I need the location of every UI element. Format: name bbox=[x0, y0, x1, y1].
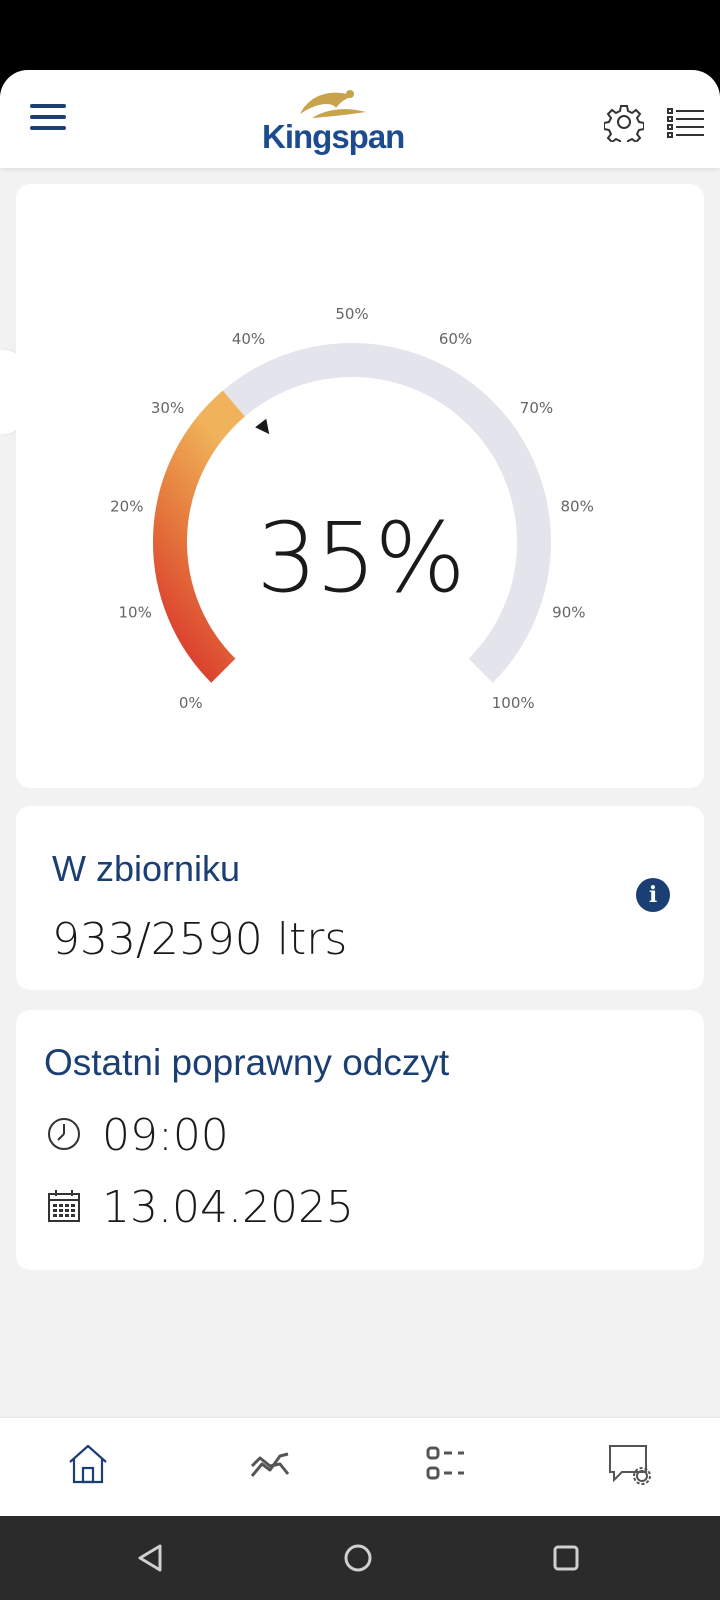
chat-settings-icon[interactable] bbox=[606, 1440, 654, 1488]
recents-icon[interactable] bbox=[548, 1540, 584, 1576]
level-gauge: 0%10%20%30%40%50%60%70%80%90%100% bbox=[110, 305, 594, 712]
tank-volume-value: 933/2590 ltrs bbox=[52, 914, 348, 965]
system-navigation-bar bbox=[0, 1516, 720, 1600]
gauge-tick-label: 0% bbox=[179, 694, 203, 712]
list-icon[interactable] bbox=[666, 106, 706, 140]
clock-icon bbox=[48, 1118, 80, 1150]
home-icon[interactable] bbox=[64, 1440, 112, 1488]
info-icon[interactable]: i bbox=[636, 878, 670, 912]
gauge-tick-label: 60% bbox=[439, 330, 472, 348]
home-circle-icon[interactable] bbox=[340, 1540, 376, 1576]
gauge-tick-label: 70% bbox=[520, 399, 553, 417]
top-app-bar: Kingspan bbox=[0, 70, 720, 168]
gauge-pointer-icon bbox=[255, 418, 270, 435]
gauge-tick-label: 30% bbox=[151, 399, 184, 417]
gear-icon[interactable] bbox=[604, 102, 644, 142]
level-gauge-card: 0% 10% 20% 30% 40% 50% 60% 70% 80% 90% 100% 35% bbox=[16, 184, 704, 788]
back-icon[interactable] bbox=[132, 1540, 168, 1576]
fill-percentage: 35% bbox=[256, 502, 465, 614]
gauge-tick-label: 40% bbox=[232, 330, 265, 348]
bottom-navigation bbox=[0, 1418, 720, 1516]
reading-time: 09:00 bbox=[102, 1110, 229, 1161]
app-screen: Kingspan 0% 10% 20% 30% 40% 50% 60% 70% … bbox=[0, 70, 720, 1516]
checklist-icon[interactable] bbox=[424, 1440, 472, 1488]
gauge-tick-label: 100% bbox=[492, 694, 535, 712]
hamburger-menu-icon[interactable] bbox=[30, 104, 66, 132]
last-reading-card: Ostatni poprawny odczyt 09:00 13.04.2025 bbox=[16, 1010, 704, 1270]
last-reading-title: Ostatni poprawny odczyt bbox=[44, 1042, 450, 1083]
reading-date: 13.04.2025 bbox=[102, 1182, 354, 1233]
trend-chart-icon[interactable] bbox=[246, 1440, 294, 1488]
calendar-icon bbox=[48, 1190, 80, 1222]
gauge-tick-label: 50% bbox=[335, 305, 368, 323]
tank-volume-card: W zbiorniku 933/2590 ltrs i bbox=[16, 806, 704, 990]
brand-name: Kingspan bbox=[262, 118, 405, 155]
kingspan-logo: Kingspan bbox=[262, 84, 422, 158]
tank-title: W zbiorniku bbox=[52, 848, 241, 889]
status-bar bbox=[0, 0, 720, 70]
